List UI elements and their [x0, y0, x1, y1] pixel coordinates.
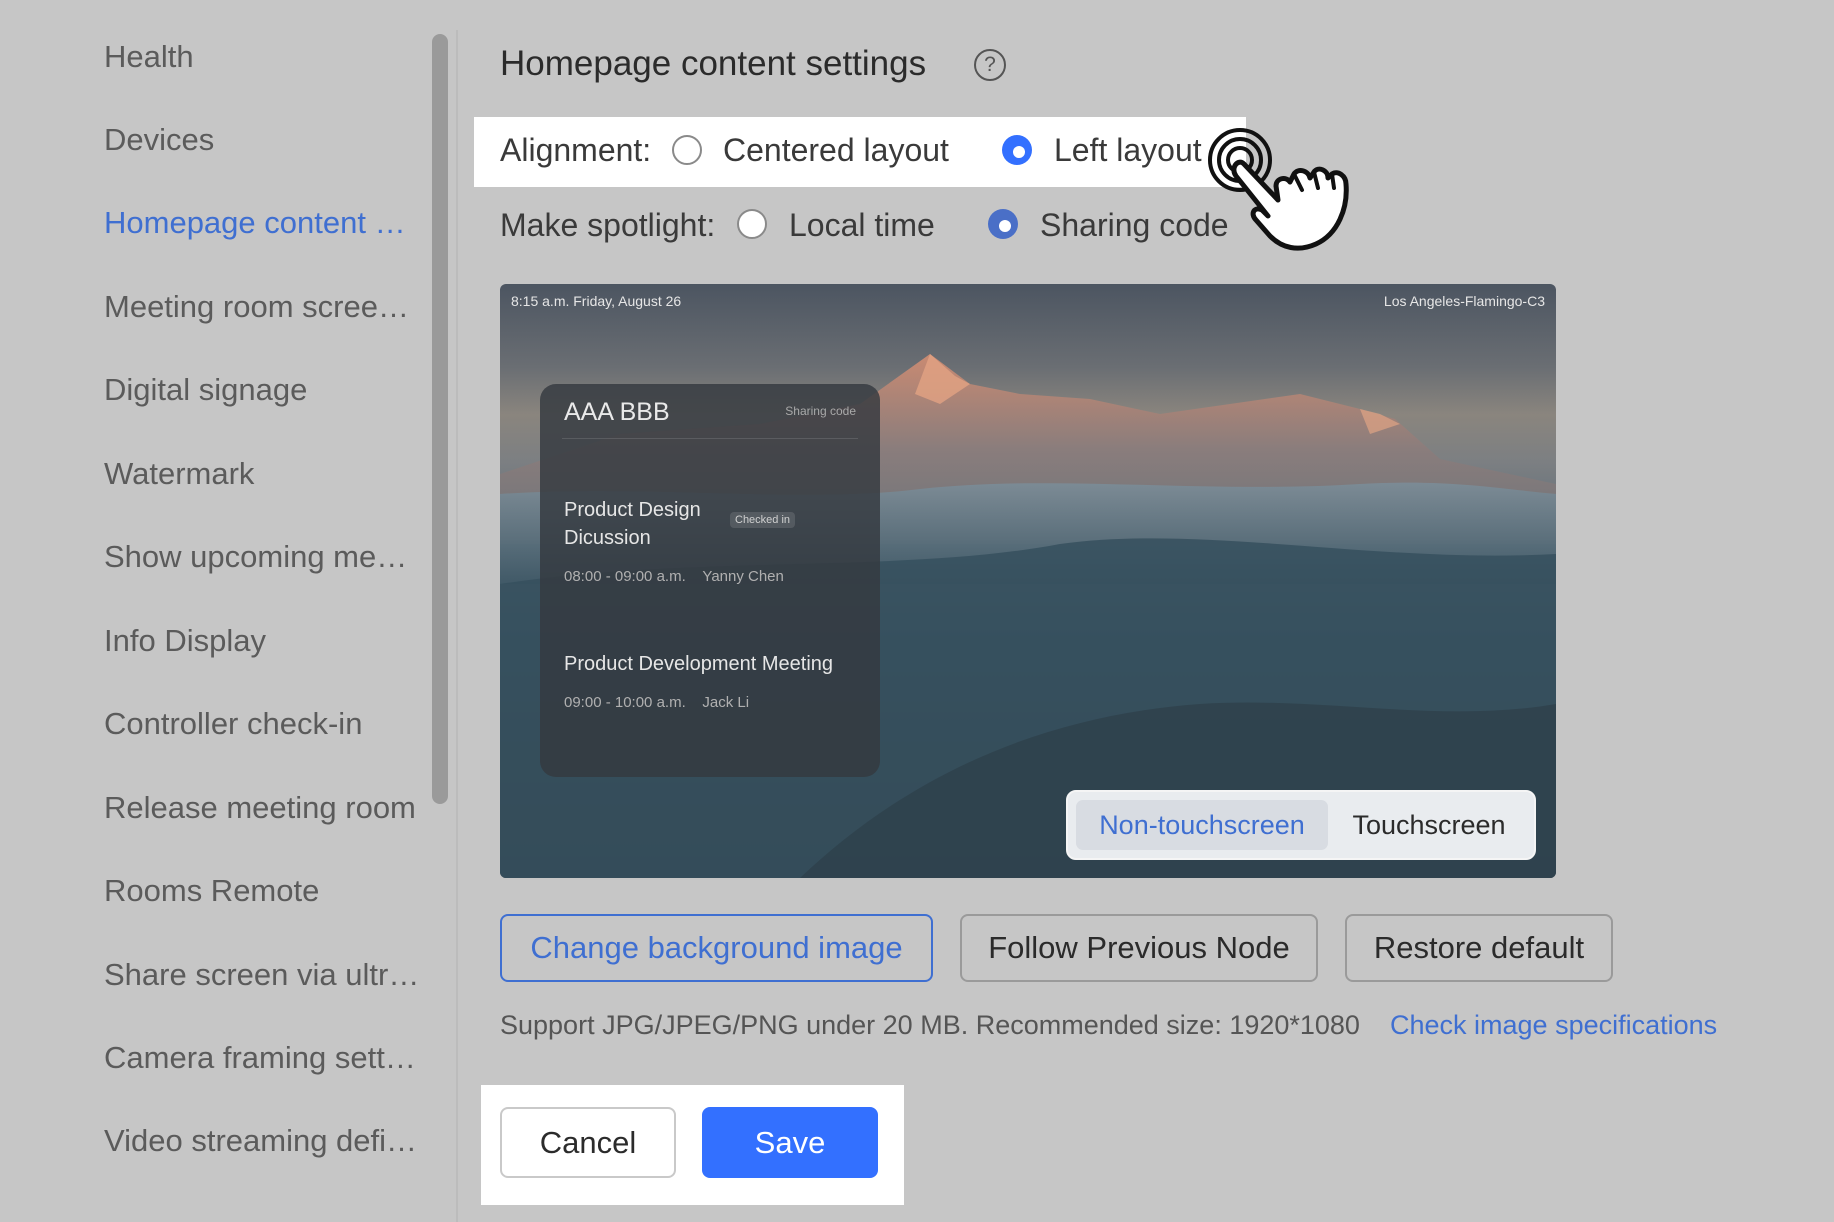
sidebar-item-rooms-remote[interactable]: Rooms Remote	[104, 871, 424, 911]
meeting-time: 09:00 - 10:00 a.m. Jack Li	[564, 694, 749, 711]
radio-centered-layout[interactable]	[672, 135, 702, 165]
sidebar-scrollbar[interactable]	[432, 34, 448, 804]
homepage-preview: 8:15 a.m. Friday, August 26 Los Angeles-…	[500, 284, 1556, 878]
sidebar-item-video-streaming[interactable]: Video streaming definition	[104, 1121, 422, 1161]
sidebar-divider	[456, 30, 458, 1222]
centered-layout-label[interactable]: Centered layout	[723, 130, 949, 170]
meeting-time: 08:00 - 09:00 a.m. Yanny Chen	[564, 568, 784, 585]
follow-previous-node-button[interactable]: Follow Previous Node	[960, 914, 1318, 982]
meeting-card: AAA BBB Sharing code Product Design Dicu…	[540, 384, 880, 777]
sidebar: Health Devices Homepage content settings…	[0, 0, 425, 1222]
meeting-title: Product Design Dicussion	[564, 499, 701, 549]
sidebar-item-controller-check-in[interactable]: Controller check-in	[104, 704, 424, 744]
restore-default-button[interactable]: Restore default	[1345, 914, 1613, 982]
meeting-time-range: 09:00 - 10:00 a.m.	[564, 694, 686, 711]
preview-location: Los Angeles-Flamingo-C3	[1383, 293, 1545, 309]
tab-touchscreen[interactable]: Touchscreen	[1330, 800, 1528, 850]
pointer-hand-icon	[1208, 128, 1349, 251]
local-time-label[interactable]: Local time	[789, 205, 935, 245]
sidebar-item-homepage-content[interactable]: Homepage content settings	[104, 203, 416, 243]
card-divider	[562, 438, 858, 439]
meeting-organizer: Jack Li	[702, 694, 750, 711]
spotlight-label: Make spotlight:	[500, 207, 716, 243]
cancel-button[interactable]: Cancel	[500, 1107, 676, 1178]
sidebar-item-devices[interactable]: Devices	[104, 120, 424, 160]
sidebar-item-release-meeting-room[interactable]: Release meeting room	[104, 788, 424, 828]
radio-left-layout[interactable]	[1002, 135, 1032, 165]
sidebar-item-digital-signage[interactable]: Digital signage	[104, 370, 424, 410]
page-title: Homepage content settings	[500, 44, 927, 83]
tab-non-touchscreen[interactable]: Non-touchscreen	[1076, 800, 1328, 850]
display-mode-toggle: Non-touchscreen Touchscreen	[1066, 790, 1536, 860]
upload-hint: Support JPG/JPEG/PNG under 20 MB. Recomm…	[500, 1010, 1360, 1040]
sharing-code-label: Sharing code	[785, 404, 856, 418]
sidebar-item-camera-framing[interactable]: Camera framing settings	[104, 1038, 420, 1078]
alignment-label: Alignment:	[500, 132, 652, 168]
sidebar-item-info-display[interactable]: Info Display	[104, 621, 424, 661]
sidebar-item-watermark[interactable]: Watermark	[104, 454, 424, 494]
sidebar-item-show-upcoming-meetings[interactable]: Show upcoming meetings	[104, 537, 424, 577]
sidebar-item-share-screen-ultrasound[interactable]: Share screen via ultrasound	[104, 955, 420, 995]
help-icon[interactable]: ?	[974, 49, 1006, 81]
checked-in-badge: Checked in	[730, 512, 796, 528]
sidebar-item-health[interactable]: Health	[104, 37, 424, 77]
meeting-organizer: Yanny Chen	[702, 568, 784, 585]
change-background-button[interactable]: Change background image	[500, 914, 933, 982]
meeting-title: Product Development Meeting	[564, 653, 834, 675]
sidebar-item-meeting-room-screensaver[interactable]: Meeting room screensaver	[104, 287, 416, 327]
radio-sharing-code[interactable]	[988, 209, 1018, 239]
radio-local-time[interactable]	[737, 209, 767, 239]
left-layout-label[interactable]: Left layout	[1054, 130, 1202, 170]
check-image-specifications-link[interactable]: Check image specifications	[1390, 1010, 1717, 1041]
meeting-time-range: 08:00 - 09:00 a.m.	[564, 568, 686, 585]
room-name: AAA BBB	[564, 398, 670, 426]
preview-time: 8:15 a.m. Friday, August 26	[511, 293, 682, 309]
save-button[interactable]: Save	[702, 1107, 878, 1178]
